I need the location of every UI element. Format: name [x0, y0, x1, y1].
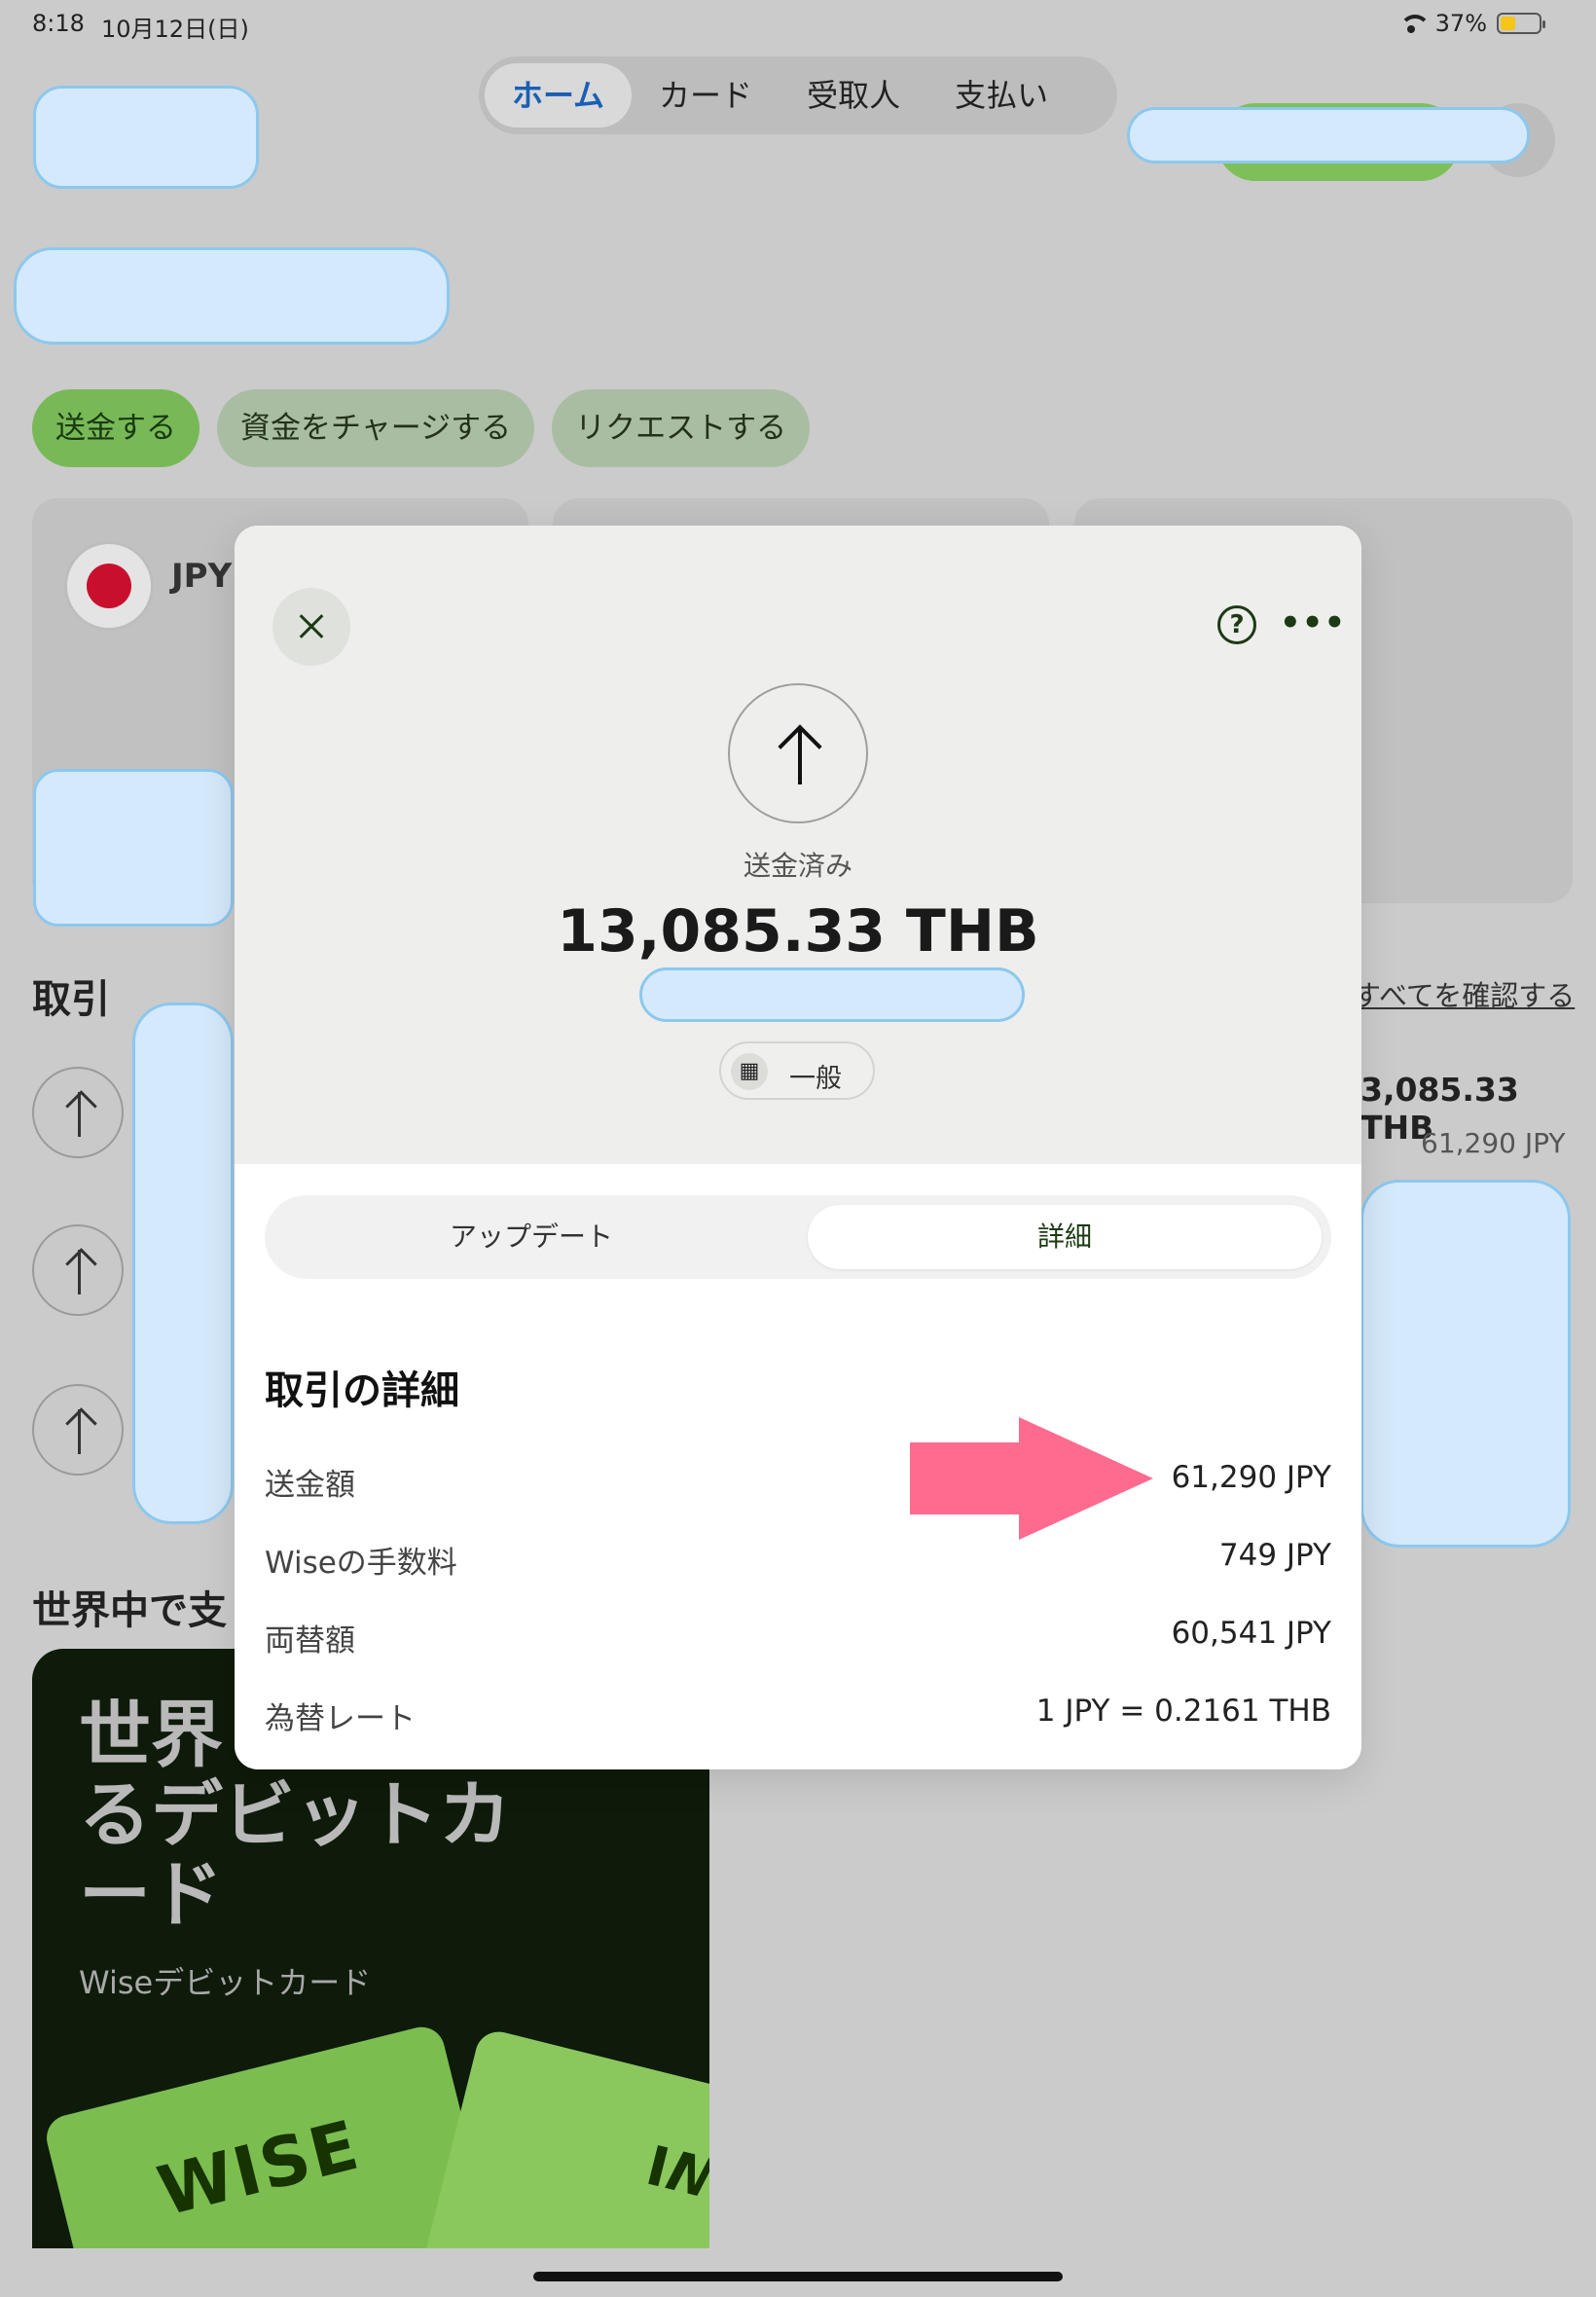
status-date: 10月12日(日) [101, 16, 249, 43]
close-icon[interactable] [272, 588, 350, 666]
detail-value: 61,290 JPY [1171, 1460, 1331, 1495]
redacted-balance [14, 247, 450, 345]
detail-label: 送金額 [265, 1468, 355, 1503]
wise-card-image: WI [411, 2026, 709, 2248]
category-chip[interactable]: 一般 [719, 1041, 875, 1100]
transaction-detail-modal: ? ••• 送金済み 13,085.33 THB 一般 アップデート 詳細 取引… [235, 526, 1361, 1769]
detail-label: Wiseの手数料 [265, 1546, 457, 1581]
balance-currency: JPY [171, 557, 233, 596]
home-indicator [533, 2272, 1063, 2281]
send-button[interactable]: 送金する [32, 389, 200, 467]
redacted-transaction-names [132, 1003, 234, 1524]
status-bar: 8:18 10月12日(日) 37% [0, 0, 1596, 47]
card-brand: WISE [150, 2104, 368, 2232]
detail-row-rate: 為替レート 1 JPY = 0.2161 THB [265, 1694, 1331, 1736]
tab-payments[interactable]: 支払い [927, 63, 1075, 128]
send-arrow-icon[interactable] [32, 1067, 124, 1158]
request-button[interactable]: リクエストする [552, 389, 811, 467]
tab-home[interactable]: ホーム [485, 63, 633, 128]
modal-header: ? ••• 送金済み 13,085.33 THB 一般 [235, 526, 1361, 1164]
send-arrow-icon[interactable] [32, 1384, 124, 1476]
send-arrow-icon [728, 683, 868, 823]
highlight-arrow-icon [910, 1417, 1153, 1540]
add-money-button[interactable]: 資金をチャージする [217, 389, 535, 467]
promo-subtitle: Wiseデビットカード [79, 1964, 372, 2001]
transaction-amount-large: 13,085.33 THB [557, 897, 1039, 966]
detail-label: 為替レート [265, 1701, 416, 1736]
redacted-header [1127, 107, 1530, 164]
redacted-logo [33, 86, 259, 189]
modal-tabs: アップデート 詳細 [265, 1195, 1331, 1279]
tab-recipients[interactable]: 受取人 [780, 63, 927, 128]
more-options-icon[interactable]: ••• [1280, 603, 1346, 642]
detail-row-fee: Wiseの手数料 749 JPY [265, 1538, 1331, 1581]
detail-row-converted: 両替額 60,541 JPY [265, 1616, 1331, 1659]
status-time: 8:18 [32, 10, 85, 37]
action-buttons: 送金する 資金をチャージする リクエストする [32, 389, 811, 467]
world-section-title: 世界中で支 [32, 1588, 227, 1633]
redacted-transaction-side [1360, 1180, 1571, 1548]
transaction-source-amount: 61,290 JPY [1421, 1127, 1566, 1159]
detail-value: 60,541 JPY [1171, 1616, 1331, 1651]
transaction-status: 送金済み [743, 850, 852, 882]
card-brand: WI [640, 2131, 709, 2212]
battery-icon [1497, 13, 1545, 34]
japan-flag-icon [64, 541, 154, 631]
see-all-link[interactable]: すべてを確認する [1353, 973, 1575, 1014]
details-title: 取引の詳細 [265, 1368, 459, 1413]
redacted-recipient [639, 967, 1025, 1022]
wifi-icon [1396, 13, 1431, 34]
redacted-card-amount [33, 769, 234, 927]
detail-row-sent-amount: 送金額 61,290 JPY [265, 1460, 1331, 1503]
tab-details[interactable]: 詳細 [808, 1205, 1322, 1269]
nav-segmented-control: ホーム カード 受取人 支払い [479, 56, 1117, 134]
tab-updates[interactable]: アップデート [265, 1195, 798, 1279]
detail-value: 749 JPY [1218, 1538, 1331, 1573]
detail-value: 1 JPY = 0.2161 THB [1035, 1694, 1331, 1729]
send-arrow-icon[interactable] [32, 1224, 124, 1316]
transactions-title: 取引 [32, 977, 110, 1022]
help-icon[interactable]: ? [1217, 605, 1256, 644]
category-label: 一般 [789, 1064, 842, 1094]
detail-label: 両替額 [265, 1623, 355, 1659]
grid-icon [731, 1053, 768, 1090]
battery-percent: 37% [1434, 10, 1487, 37]
tab-cards[interactable]: カード [632, 63, 780, 128]
